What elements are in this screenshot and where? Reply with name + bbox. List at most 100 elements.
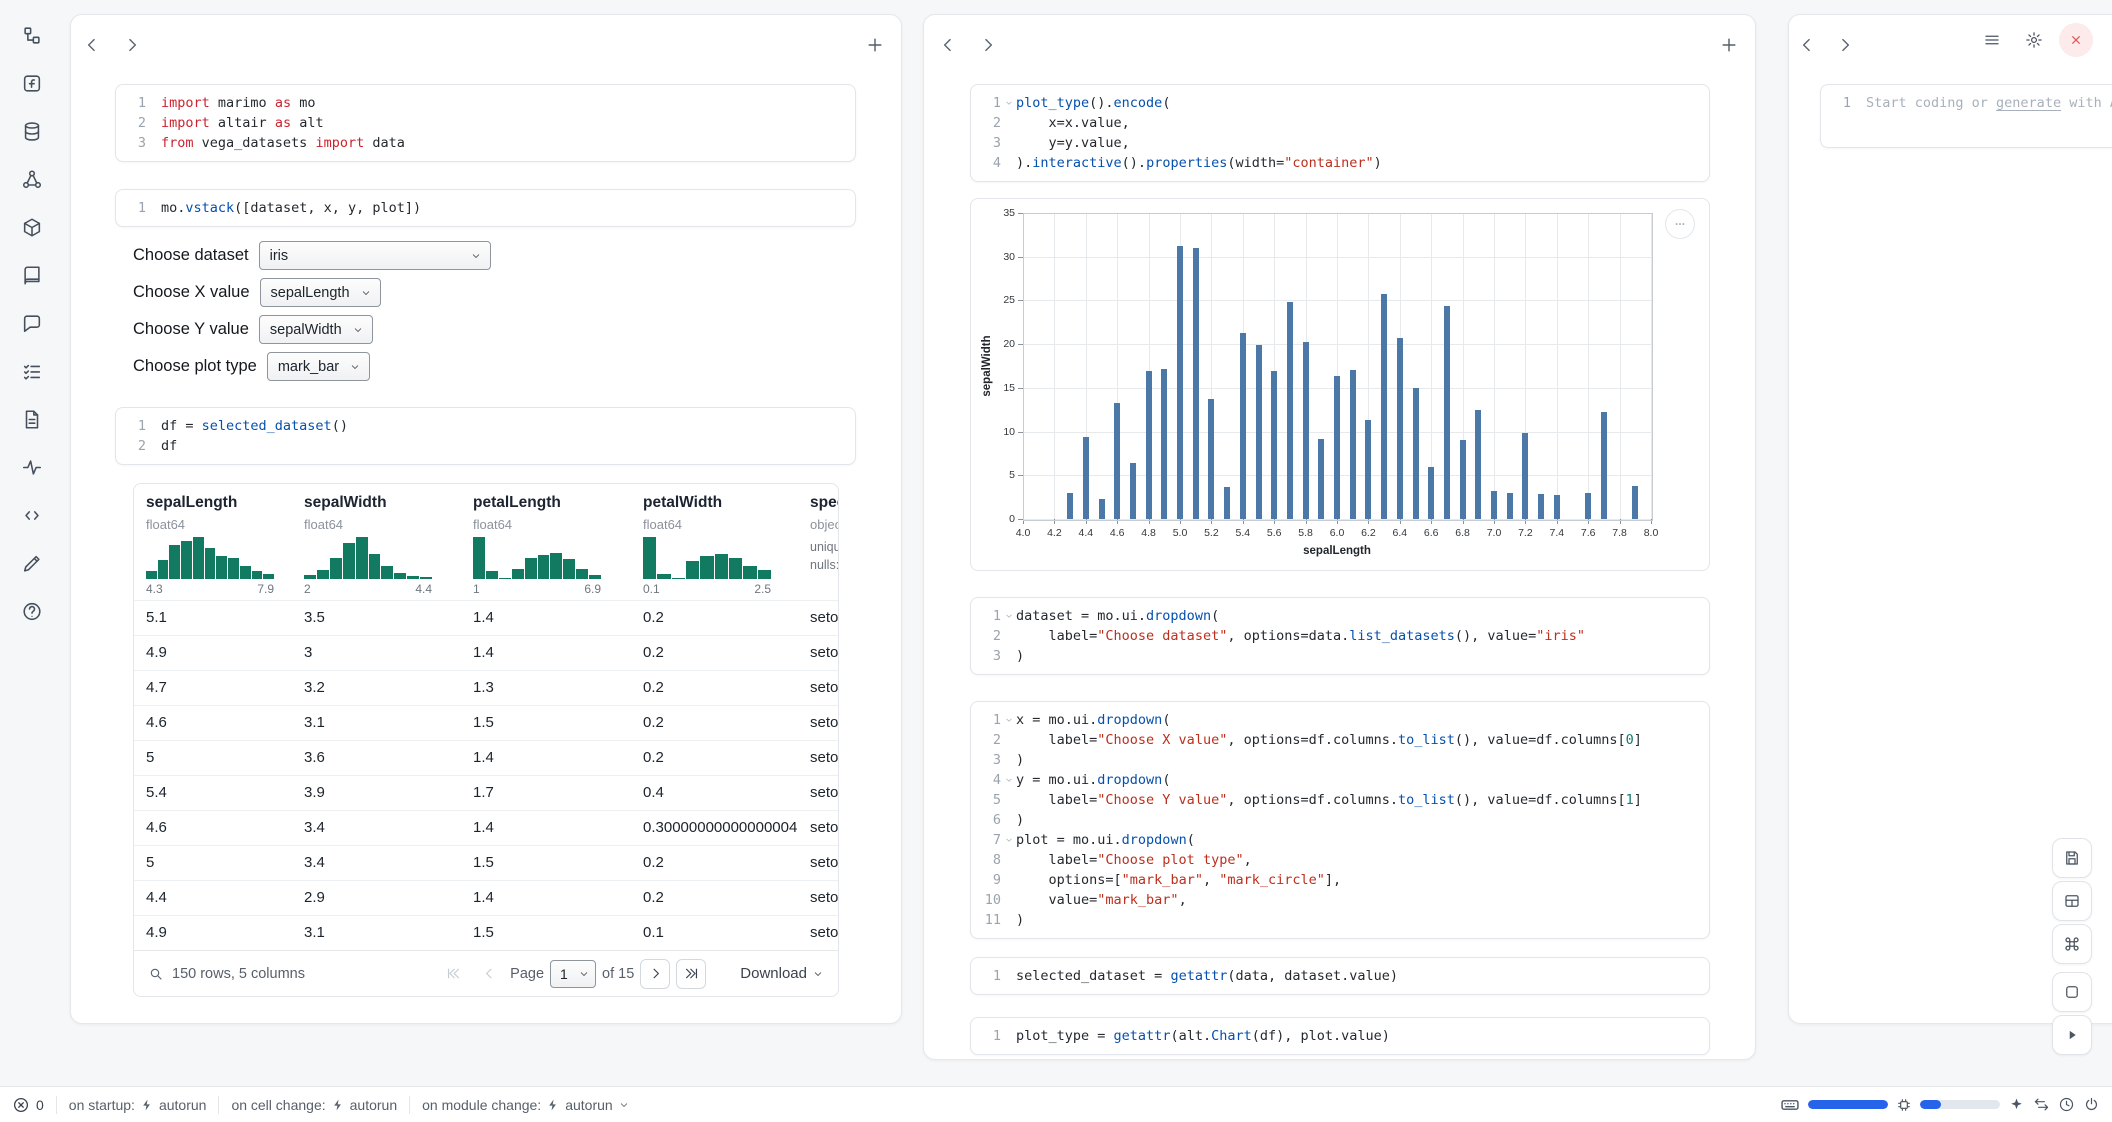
settings-button[interactable] (2017, 23, 2051, 57)
run-all-button[interactable] (2052, 1015, 2092, 1055)
rail-documentation-button[interactable] (15, 258, 49, 292)
line-number: 2 (977, 113, 1001, 133)
y-value-dropdown[interactable]: sepalWidth (259, 315, 373, 344)
rail-dependency-graph-button[interactable] (15, 162, 49, 196)
rail-snippets-button[interactable] (15, 498, 49, 532)
code-editor[interactable]: 1mo.vstack([dataset, x, y, plot]) (116, 190, 855, 226)
line-number: 5 (977, 790, 1001, 810)
table-cell: setosa (810, 846, 839, 880)
code-line: df (161, 436, 177, 456)
download-button[interactable]: Download (740, 965, 824, 982)
x-value-dropdown[interactable]: sepalLength (260, 278, 381, 307)
y-value-row: Choose Y valuesepalWidth (133, 315, 856, 344)
fold-icon[interactable] (1001, 606, 1016, 626)
x-tick-label: 7.4 (1549, 527, 1564, 539)
rail-logs-button[interactable] (15, 402, 49, 436)
first-page-button[interactable] (438, 959, 468, 989)
y-tick-label: 5 (983, 469, 1015, 481)
keyboard-icon[interactable] (1780, 1095, 1800, 1115)
history-icon[interactable] (2058, 1096, 2075, 1113)
row-count-summary: 150 rows, 5 columns (172, 966, 305, 982)
rail-outline-button[interactable] (15, 354, 49, 388)
close-panel-button[interactable] (2059, 23, 2093, 57)
rail-tracing-button[interactable] (15, 450, 49, 484)
column-header-species[interactable]: speciesobjectunique:nulls: (810, 484, 839, 600)
line-number: 4 (977, 153, 1001, 173)
generate-with-ai-link[interactable]: generate (1996, 95, 2061, 111)
chart-bar (1538, 494, 1544, 519)
code-editor[interactable]: 1import marimo as mo2import altair as al… (116, 85, 855, 161)
last-page-button[interactable] (676, 959, 706, 989)
code-editor[interactable]: 1selected_dataset = getattr(data, datase… (971, 958, 1709, 994)
divider (56, 1096, 57, 1114)
save-notebook-button[interactable] (2052, 838, 2092, 878)
error-counter[interactable]: 0 (12, 1096, 44, 1114)
previous-page-button[interactable] (474, 959, 504, 989)
runtime-chip[interactable]: on startup:autorun (69, 1097, 207, 1113)
keyboard-shortcuts-button[interactable] (2052, 924, 2092, 964)
column-header-sepalLength[interactable]: sepalLengthfloat644.37.9 (146, 484, 304, 600)
column-header-petalLength[interactable]: petalLengthfloat6416.9 (473, 484, 643, 600)
fold-icon[interactable] (1001, 93, 1016, 113)
code-editor[interactable]: 1x = mo.ui.dropdown(2 label="Choose X va… (971, 702, 1709, 938)
chart-bar (1428, 467, 1434, 519)
snippets-icon (21, 504, 43, 527)
dataset-dropdown[interactable]: iris (259, 241, 491, 270)
fold-icon[interactable] (1001, 770, 1016, 790)
chip-value: autorun (565, 1097, 612, 1113)
runtime-chip[interactable]: on cell change:autorun (231, 1097, 397, 1113)
fold-icon[interactable] (1001, 710, 1016, 730)
code-editor[interactable]: 1dataset = mo.ui.dropdown(2 label="Choos… (971, 598, 1709, 674)
column-dtype: float64 (146, 517, 185, 532)
column3-scroll-left-button[interactable] (1793, 31, 1821, 59)
line-number: 3 (977, 646, 1001, 666)
next-page-button[interactable] (640, 959, 670, 989)
layout-select-button[interactable] (2052, 881, 2092, 921)
line-number: 7 (977, 830, 1001, 850)
table-cell: 0.2 (643, 671, 810, 705)
plot-type-dropdown[interactable]: mark_bar (267, 352, 370, 381)
rail-ai-chat-button[interactable] (15, 306, 49, 340)
rail-file-tree-button[interactable] (15, 18, 49, 52)
runtime-chip[interactable]: on module change:autorun (422, 1097, 630, 1113)
range-max: 4.4 (415, 582, 432, 596)
code-editor[interactable]: 1df = selected_dataset()2df (116, 408, 855, 464)
histogram-range: 24.4 (304, 582, 432, 596)
column-header-sepalWidth[interactable]: sepalWidthfloat6424.4 (304, 484, 473, 600)
x-tick-label: 4.6 (1110, 527, 1125, 539)
line-number: 11 (977, 910, 1001, 930)
swap-icon[interactable] (2033, 1096, 2050, 1113)
rail-functions-button[interactable] (15, 66, 49, 100)
notebook-menu-button[interactable] (1975, 23, 2009, 57)
rail-packages-button[interactable] (15, 210, 49, 244)
rail-datasources-button[interactable] (15, 114, 49, 148)
cell-plot-cell: 1plot_type().encode(2 x=x.value,3 y=y.va… (970, 84, 1710, 182)
code-editor[interactable]: 1plot_type = getattr(alt.Chart(df), plot… (971, 1018, 1709, 1054)
chart-bar (1585, 493, 1591, 519)
chip-label: on startup: (69, 1097, 135, 1113)
table-cell: setosa (810, 741, 839, 775)
ai-sparkle-icon[interactable] (2008, 1096, 2025, 1113)
editor-placeholder[interactable]: Start coding or generate with AI (1866, 93, 2112, 113)
page-select[interactable]: 1 (550, 960, 596, 988)
rail-scratchpad-button[interactable] (15, 546, 49, 580)
power-icon[interactable] (2083, 1096, 2100, 1113)
rail-help-button[interactable] (15, 594, 49, 628)
empty-cell[interactable]: 1 Start coding or generate with AI (1820, 84, 2112, 148)
table-cell: 3.4 (304, 811, 473, 845)
chart-bar (1554, 495, 1560, 519)
column-header-petalWidth[interactable]: petalWidthfloat640.12.5 (643, 484, 810, 600)
code-editor[interactable]: 1plot_type().encode(2 x=x.value,3 y=y.va… (971, 85, 1709, 181)
chevron-down-icon (812, 968, 824, 980)
chip-label: on cell change: (231, 1097, 325, 1113)
table-cell: 1.4 (473, 811, 643, 845)
play-icon (2063, 1026, 2081, 1044)
code-line: import altair as alt (161, 113, 324, 133)
chart-bar (1365, 420, 1371, 519)
column3-scroll-right-button[interactable] (1831, 31, 1859, 59)
table-cell: 3.5 (304, 601, 473, 635)
fold-icon[interactable] (1001, 830, 1016, 850)
app-preview-button[interactable] (2052, 972, 2092, 1012)
x-tick-label: 6.6 (1424, 527, 1439, 539)
chart-actions-button[interactable] (1665, 209, 1695, 239)
